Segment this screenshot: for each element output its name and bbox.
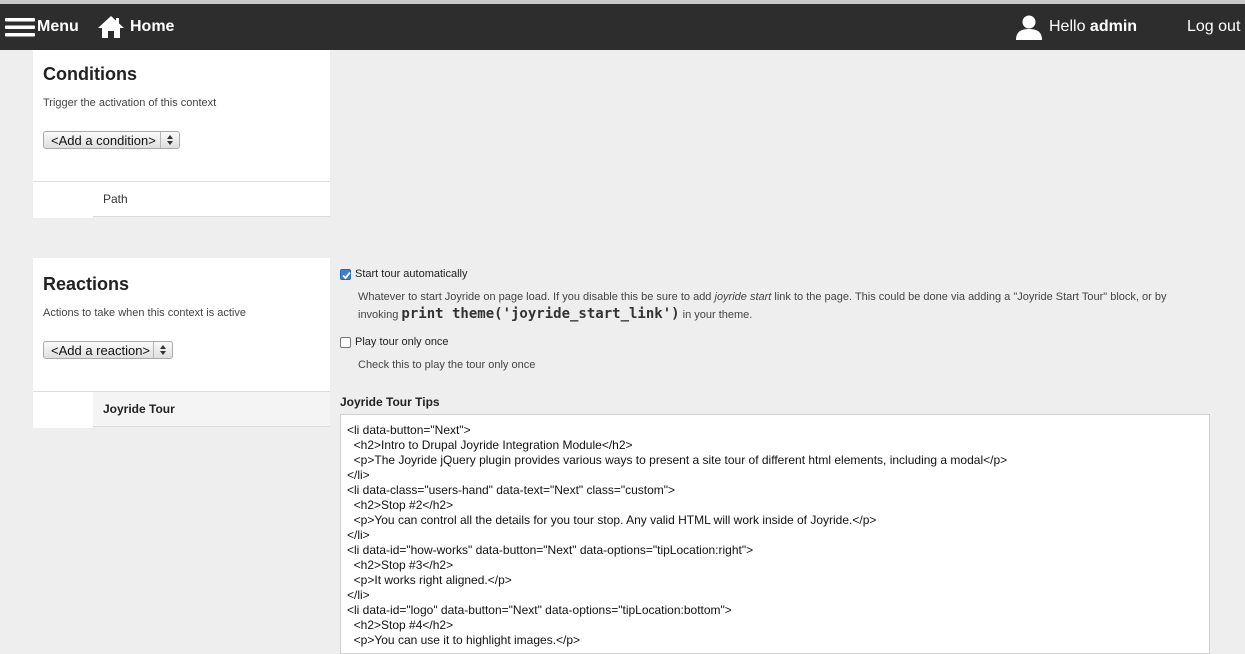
page-content: Conditions Trigger the activation of thi…: [0, 50, 1245, 654]
reaction-item-joyride-tour[interactable]: Joyride Tour: [33, 391, 330, 428]
tour-tips-line: </li>: [347, 468, 370, 482]
play-tour-once-label[interactable]: Play tour only once: [355, 336, 449, 348]
menu-button[interactable]: Menu: [5, 4, 79, 50]
logout-link[interactable]: Log out: [1187, 4, 1240, 50]
select-arrows-icon: [153, 342, 172, 358]
reactions-description: Actions to take when this context is act…: [43, 307, 246, 319]
theme-function-code: print theme('joyride_start_link'): [401, 306, 680, 322]
hello-prefix: Hello: [1049, 18, 1086, 35]
tour-tips-line: <h2>Intro to Drupal Joyride Integration …: [347, 438, 633, 452]
home-label: Home: [130, 18, 175, 35]
add-reaction-select[interactable]: <Add a reaction>: [43, 341, 173, 359]
add-reaction-value: <Add a reaction>: [51, 342, 151, 358]
tour-tips-line: <p>The Joyride jQuery plugin provides va…: [347, 453, 1008, 467]
tour-tips-line: </li>: [347, 528, 370, 542]
hello-username: admin: [1089, 18, 1138, 35]
conditions-title: Conditions: [43, 64, 137, 84]
play-tour-once-checkbox[interactable]: [340, 337, 351, 348]
hamburger-menu-icon: [5, 18, 35, 37]
tour-tips-label: Joyride Tour Tips: [340, 395, 440, 409]
add-condition-value: <Add a condition>: [51, 132, 156, 148]
start-tour-automatically-checkbox[interactable]: [340, 269, 351, 280]
tour-tips-line: <h2>Stop #3</h2>: [347, 558, 454, 572]
tour-tips-line: <li data-id="logo" data-button="Next" da…: [347, 603, 732, 617]
reactions-title: Reactions: [43, 274, 130, 294]
tour-tips-line: <h2>Stop #2</h2>: [347, 498, 454, 512]
reaction-item-label: Joyride Tour: [93, 392, 330, 427]
tour-tips-line: <li data-class="users-hand" data-text="N…: [347, 483, 676, 497]
tour-tips-textarea[interactable]: <li data-button="Next"> <h2>Intro to Dru…: [340, 414, 1210, 654]
tour-tips-line: <li data-button="Next">: [347, 423, 471, 437]
tour-tips-line: <p>You can control all the details for y…: [347, 513, 877, 527]
home-link[interactable]: Home: [97, 4, 174, 50]
condition-item-label: Path: [93, 182, 330, 217]
tour-tips-line: <h2>Stop #4</h2>: [347, 618, 454, 632]
tour-tips-line: <p>It works right aligned.</p>: [347, 573, 512, 587]
add-condition-select[interactable]: <Add a condition>: [43, 131, 180, 149]
start-tour-automatically-label[interactable]: Start tour automatically: [355, 268, 468, 280]
checkmark-icon: [342, 271, 351, 280]
condition-item-path[interactable]: Path: [33, 181, 330, 218]
conditions-description: Trigger the activation of this context: [43, 97, 217, 109]
admin-toolbar: Menu Home Hello admin Log out: [0, 4, 1245, 50]
user-icon: [1016, 15, 1042, 40]
tour-tips-line: </li>: [347, 588, 370, 602]
conditions-panel: Conditions Trigger the activation of thi…: [33, 50, 330, 181]
select-arrows-icon: [160, 132, 179, 148]
start-tour-help-line-2: invoking print theme('joyride_start_link…: [358, 306, 753, 322]
reactions-panel: Reactions Actions to take when this cont…: [33, 258, 330, 391]
user-account-link[interactable]: Hello admin: [1014, 4, 1137, 50]
home-icon: [98, 16, 124, 38]
tour-tips-line: <li data-id="how-works" data-button="Nex…: [347, 543, 754, 557]
start-tour-help-line-1: Whatever to start Joyride on page load. …: [358, 291, 1167, 303]
menu-label: Menu: [37, 18, 79, 35]
play-tour-once-help: Check this to play the tour only once: [358, 359, 536, 371]
